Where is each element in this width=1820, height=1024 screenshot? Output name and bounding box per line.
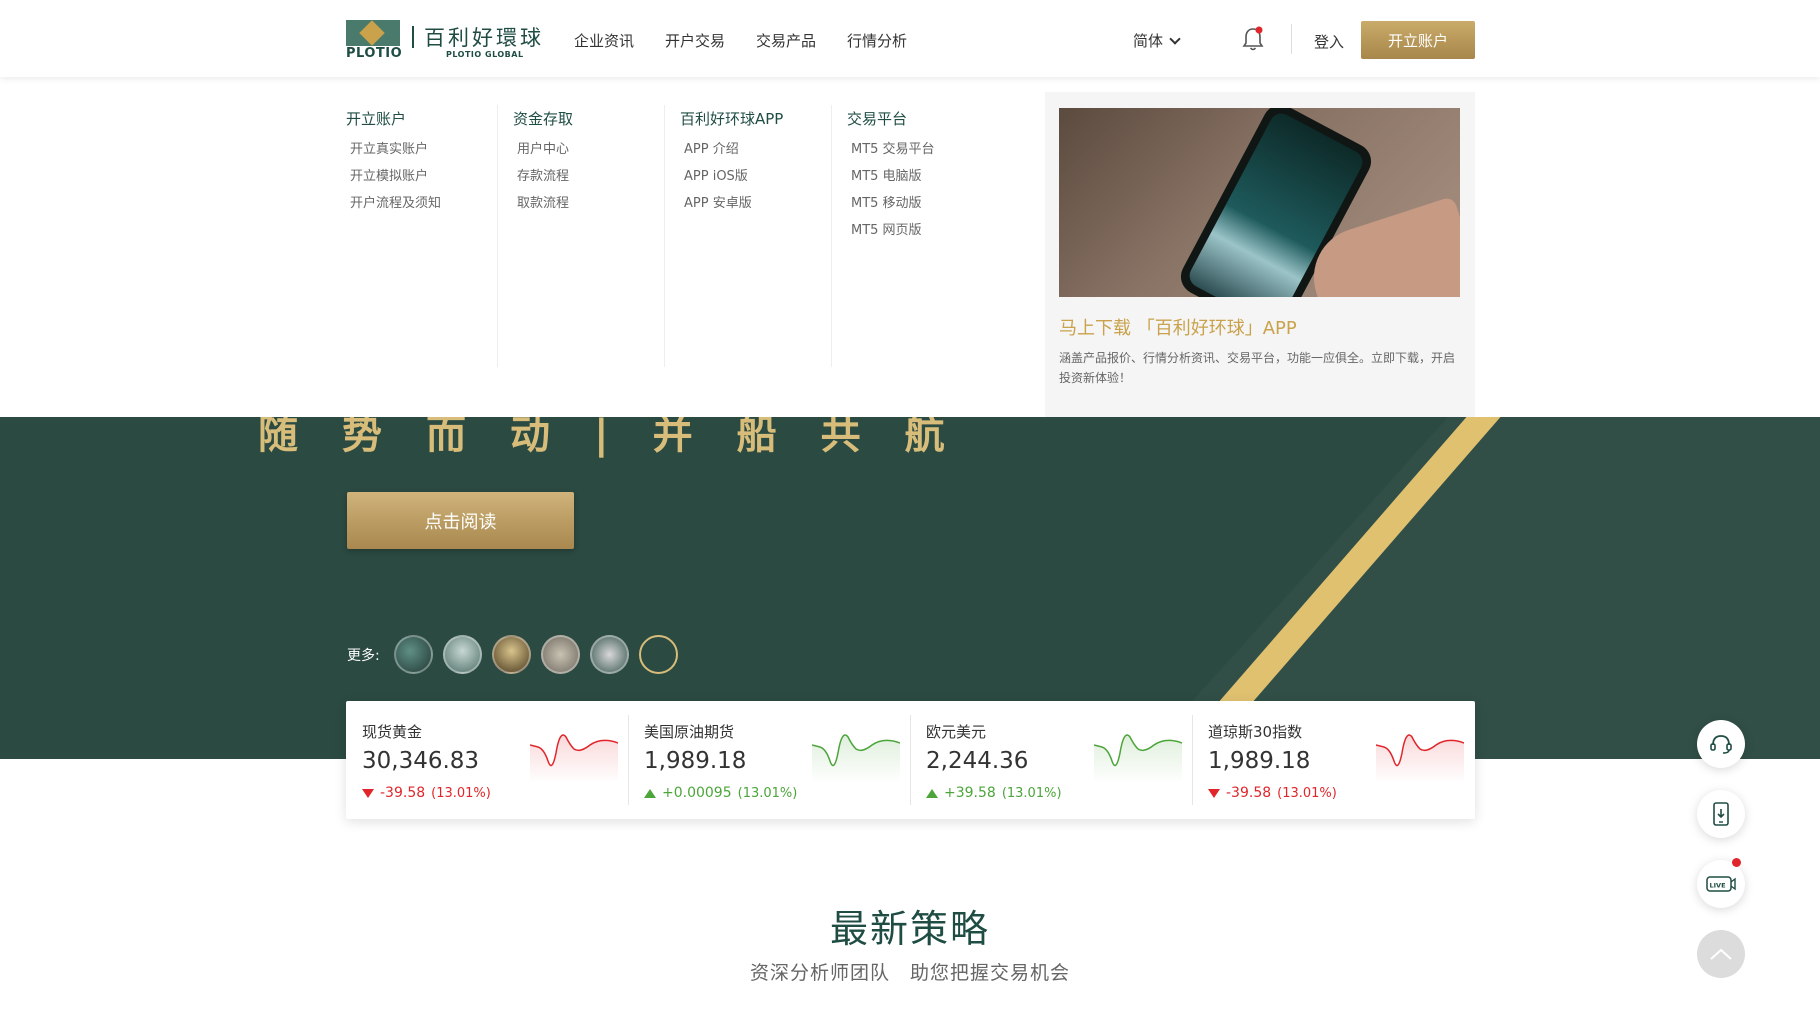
logo-mark-text: PLOTIO [346,46,403,61]
header-divider [1291,24,1292,54]
banner-thumb[interactable] [491,635,531,674]
ticker-change-value: -39.58 [1226,785,1272,801]
menu-item[interactable]: MT5 交易平台 [851,138,935,165]
hero-motto: 随势而动|并船共航 [258,417,989,458]
svg-text:LIVE: LIVE [1710,882,1726,890]
ticker-change-value: -39.58 [380,785,426,801]
ticker-price: 30,346.83 [362,748,480,774]
ticker-item[interactable]: 美国原油期货 1,989.18 +0.00095 (13.01%) [628,701,910,819]
site-header: PLOTIO 百利好環球 PLOTIO GLOBAL 企业资讯 开户交易 交易产… [0,0,1820,77]
ticker-change: +0.00095 (13.01%) [644,785,797,801]
ticker-change: -39.58 (13.01%) [362,785,491,801]
login-link[interactable]: 登入 [1314,31,1344,52]
headset-icon [1710,735,1732,754]
banner-thumb[interactable] [393,635,433,674]
language-selector[interactable]: 简体 [1133,30,1181,51]
ticker-name: 道琼斯30指数 [1208,723,1303,741]
main-nav: 企业资讯 开户交易 交易产品 行情分析 [574,30,938,51]
menu-column-title[interactable]: 百利好环球APP [680,108,783,129]
section-subtitle: 资深分析师团队 助您把握交易机会 [749,962,1070,984]
bell-icon[interactable] [1241,26,1265,52]
menu-item[interactable]: APP 安卓版 [684,192,752,219]
app-download-button[interactable] [1697,790,1745,838]
menu-item[interactable]: MT5 移动版 [851,192,935,219]
ticker-change-value: +39.58 [944,785,996,801]
ticker-price: 2,244.36 [926,748,1029,774]
banner-thumb[interactable] [442,635,482,674]
app-promo-image [1059,108,1460,297]
logo-name-cn: 百利好環球 [424,26,544,50]
sparkline [530,734,618,783]
arrow-down-icon [1208,788,1220,798]
open-account-button[interactable]: 开立账户 [1361,21,1475,59]
ticker-name: 现货黄金 [362,723,423,741]
ticker-change: +39.58 (13.01%) [926,785,1062,801]
logo-name-en: PLOTIO GLOBAL [446,50,524,59]
menu-item[interactable]: APP iOS版 [684,165,752,192]
section-title: 最新策略 [829,907,990,951]
app-promo-description: 涵盖产品报价、行情分析资讯、交易平台，功能一应俱全。立即下载，开启投资新体验！ [1059,351,1456,385]
ticker-item[interactable]: 现货黄金 30,346.83 -39.58 (13.01%) [346,701,628,819]
arrow-up-icon [644,788,656,798]
logo-mark: PLOTIO [346,20,403,62]
sparkline [1094,734,1182,783]
chevron-down-icon [1169,32,1181,45]
back-to-top-icon [1710,948,1732,960]
ticker-change-value: +0.00095 [662,785,732,801]
live-icon: LIVE [1706,876,1736,892]
customer-service-button[interactable] [1697,720,1745,768]
ticker-item[interactable]: 道琼斯30指数 1,989.18 -39.58 (13.01%) [1192,701,1474,819]
ticker-change-percent: (13.01%) [1277,785,1337,801]
ticker-price: 1,989.18 [1208,748,1311,774]
nav-item-products[interactable]: 交易产品 [756,30,816,51]
menu-item[interactable]: 开立真实账户 [350,138,441,165]
sparkline [1376,734,1464,783]
menu-item[interactable]: 开户流程及须知 [350,192,441,219]
ticker-name: 美国原油期货 [644,723,735,741]
mega-menu: 开立账户 开立真实账户 开立模拟账户 开户流程及须知 资金存取 用户中心 存款流… [0,77,1820,417]
live-indicator-dot [1732,858,1741,867]
banner-thumb[interactable] [589,635,629,674]
menu-column-title[interactable]: 资金存取 [513,108,573,129]
nav-item-market-analysis[interactable]: 行情分析 [847,30,907,51]
menu-item[interactable]: APP 介绍 [684,138,752,165]
more-label: 更多: [347,647,380,664]
ticker-name: 欧元美元 [926,723,987,741]
app-promo-card[interactable]: 马上下载 「百利好环球」APP 涵盖产品报价、行情分析资讯、交易平台，功能一应俱… [1045,92,1475,417]
menu-item[interactable]: MT5 电脑版 [851,165,935,192]
ticker-change-percent: (13.01%) [431,785,491,801]
nav-item-account-trading[interactable]: 开户交易 [665,30,725,51]
phone-download-icon [1713,802,1729,826]
menu-item[interactable]: MT5 网页版 [851,219,935,246]
live-button[interactable]: LIVE [1697,858,1745,908]
arrow-down-icon [362,788,374,798]
menu-divider [497,105,498,367]
logo[interactable]: PLOTIO 百利好環球 PLOTIO GLOBAL [346,20,542,62]
menu-divider [831,105,832,367]
market-ticker: 现货黄金 30,346.83 -39.58 (13.01%) 美国原油期货 1,… [346,701,1475,819]
menu-item[interactable]: 取款流程 [517,192,569,219]
menu-item[interactable]: 存款流程 [517,165,569,192]
ticker-change: -39.58 (13.01%) [1208,785,1337,801]
ticker-price: 1,989.18 [644,748,747,774]
banner-thumb[interactable] [540,635,580,674]
banner-thumb[interactable] [638,635,678,674]
ticker-change-percent: (13.01%) [737,785,798,801]
menu-divider [664,105,665,367]
back-to-top-button[interactable] [1697,930,1745,978]
arrow-up-icon [926,788,938,798]
ticker-item[interactable]: 欧元美元 2,244.36 +39.58 (13.01%) [910,701,1192,819]
sparkline [812,734,900,783]
read-more-button[interactable]: 点击阅读 [347,492,574,549]
menu-item[interactable]: 开立模拟账户 [350,165,441,192]
menu-item[interactable]: 用户中心 [517,138,569,165]
nav-item-company-news[interactable]: 企业资讯 [574,30,634,51]
language-label: 简体 [1133,32,1164,50]
menu-column-title[interactable]: 交易平台 [847,108,907,129]
ticker-change-percent: (13.01%) [1001,785,1062,801]
menu-column-title[interactable]: 开立账户 [346,108,406,129]
banner-switcher: 更多: [347,635,678,674]
app-promo-title[interactable]: 马上下载 「百利好环球」APP [1059,314,1297,340]
